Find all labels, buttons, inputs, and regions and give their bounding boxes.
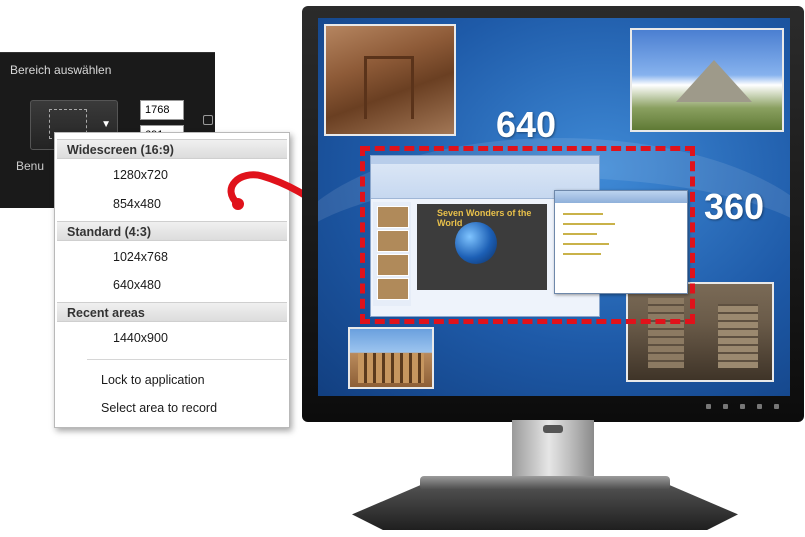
ruin-wall-right (718, 304, 758, 368)
chichen-itza-photo (630, 28, 784, 132)
panel-title: Bereich auswählen (10, 63, 112, 77)
height-label: 360 (704, 186, 765, 227)
chevron-down-icon: ▼ (101, 119, 111, 130)
monitor-button (723, 404, 728, 409)
monitor-button (706, 404, 711, 409)
menu-item-640x480[interactable]: 640x480 (57, 273, 287, 297)
monitor-stand-top (420, 476, 670, 490)
colosseum-photo (348, 327, 434, 389)
select-area-to-record-item[interactable]: Select area to record (57, 396, 287, 420)
lock-aspect-icon[interactable] (203, 115, 213, 125)
capture-region-outline (360, 146, 695, 324)
monitor-control-buttons (706, 404, 786, 414)
petra-arch (364, 56, 414, 119)
menu-separator (87, 359, 287, 360)
pyramid-shape (676, 60, 752, 102)
width-input[interactable]: 1768 (140, 100, 184, 120)
menu-item-1440x900[interactable]: 1440x900 (57, 326, 287, 350)
stand-slot (543, 425, 563, 433)
preset-label: Benu (16, 159, 45, 173)
menu-header-recent: Recent areas (57, 302, 287, 322)
petra-photo (324, 24, 456, 136)
monitor-button (740, 404, 745, 409)
monitor-button (757, 404, 762, 409)
lock-to-application-item[interactable]: Lock to application (57, 368, 287, 392)
menu-header-widescreen: Widescreen (16:9) (57, 139, 287, 159)
colosseum-arches (358, 353, 424, 383)
power-button (774, 404, 779, 409)
width-label: 640 (496, 104, 557, 145)
